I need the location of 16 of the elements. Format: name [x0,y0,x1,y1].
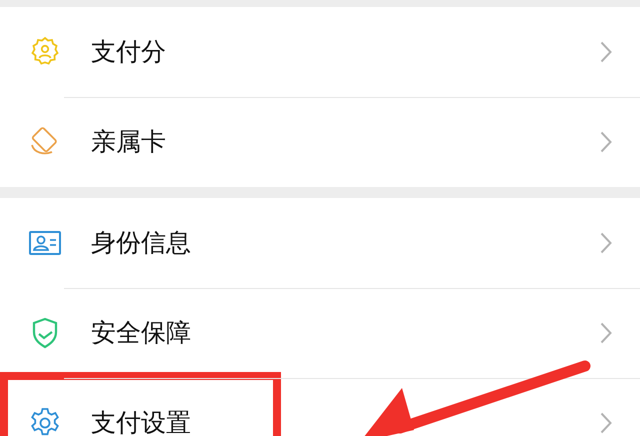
list-item[interactable]: 支付设置 [0,378,640,436]
list-item[interactable]: 支付分 [0,7,640,97]
chevron-icon [600,412,612,434]
item-label: 支付设置 [91,407,191,436]
item-label: 安全保障 [91,317,191,350]
list-item[interactable]: 亲属卡 [0,97,640,187]
settings-icon [28,406,62,436]
chevron-icon [600,131,612,153]
chevron-icon [600,322,612,344]
item-label: 支付分 [91,36,166,68]
list-item[interactable]: 安全保障 [0,288,640,378]
item-label: 亲属卡 [91,126,166,158]
chevron-icon [600,232,612,254]
item-label: 身份信息 [91,227,191,260]
list-item[interactable]: 身份信息 [0,198,640,288]
chevron-icon [600,41,612,63]
